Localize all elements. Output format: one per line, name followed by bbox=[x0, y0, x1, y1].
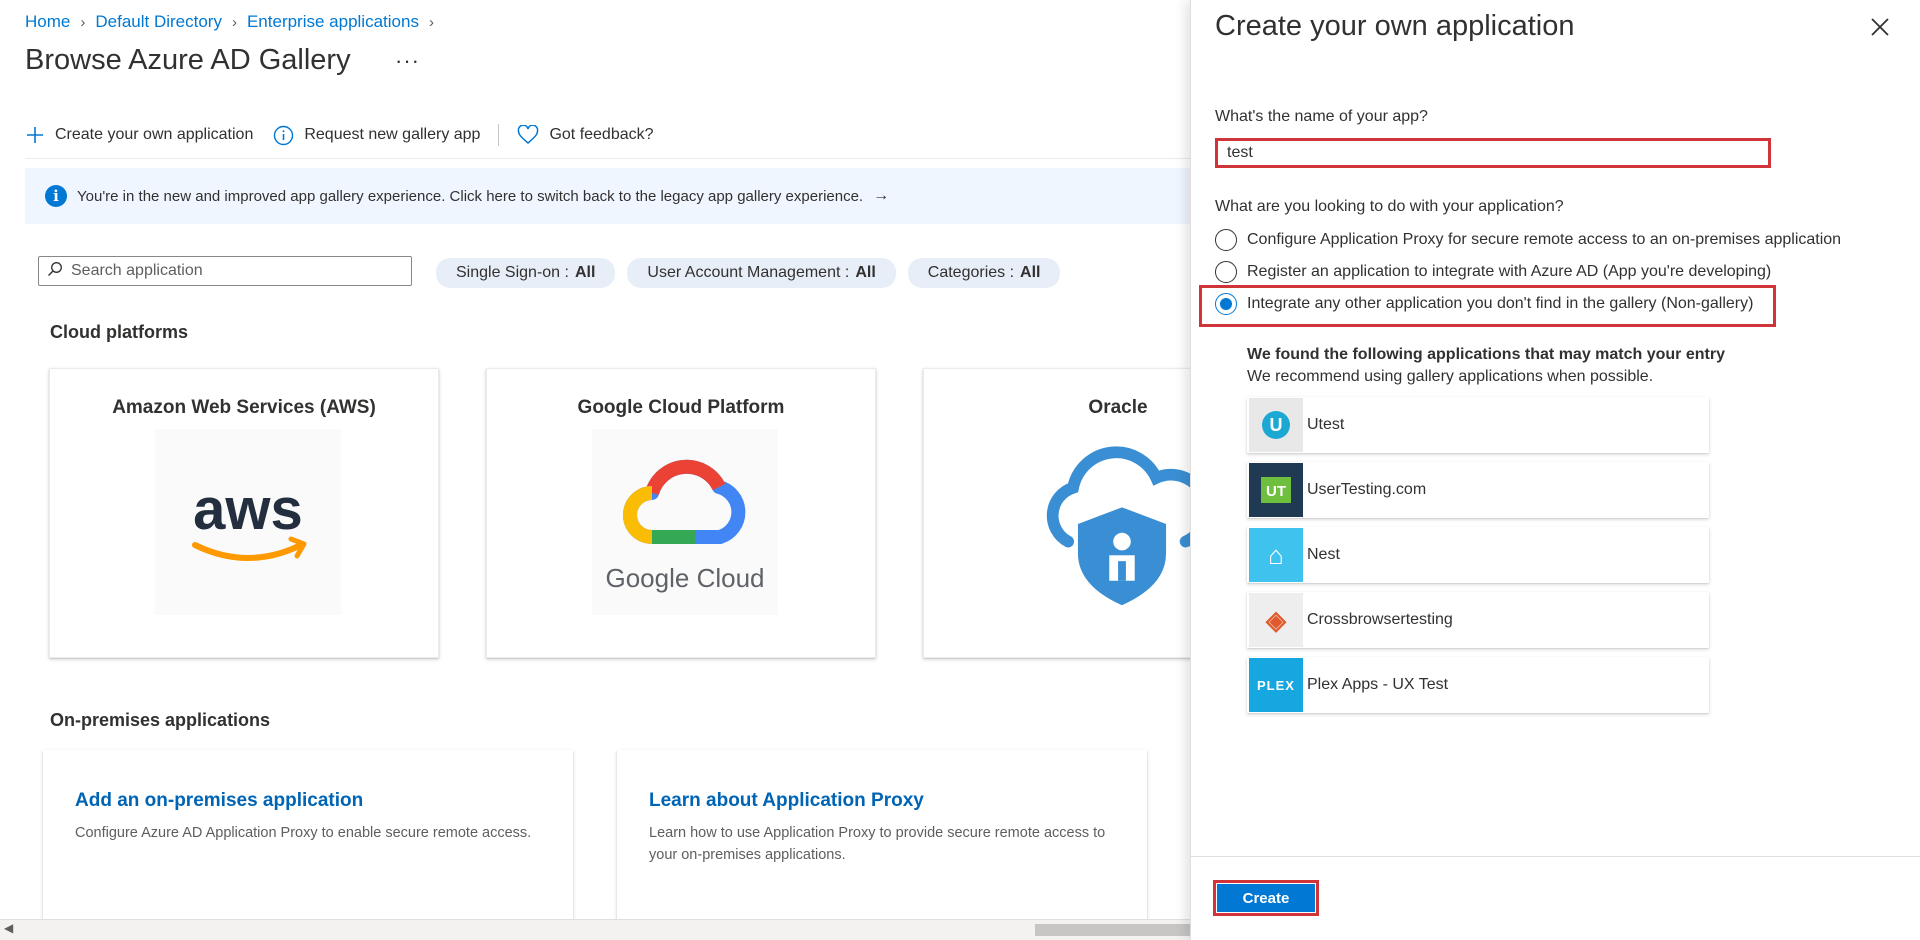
option-label: Register an application to integrate wit… bbox=[1247, 263, 1772, 280]
create-own-app-label: Create your own application bbox=[55, 126, 254, 143]
breadcrumb-enterprise-applications[interactable]: Enterprise applications bbox=[247, 12, 419, 32]
scrollbar-thumb[interactable] bbox=[1035, 924, 1190, 936]
card-title: Google Cloud Platform bbox=[577, 397, 785, 418]
feedback-label: Got feedback? bbox=[549, 126, 654, 143]
utest-logo-text: U bbox=[1270, 415, 1283, 435]
breadcrumb-home[interactable]: Home bbox=[25, 12, 70, 32]
chevron-right-icon: › bbox=[428, 13, 434, 31]
filter-value: All bbox=[1020, 264, 1041, 281]
filter-label: User Account Management : bbox=[647, 264, 850, 281]
plex-logo: PLEX bbox=[1249, 658, 1303, 712]
filter-pills: Single Sign-on : All User Account Managem… bbox=[436, 258, 1072, 288]
learn-app-proxy-link[interactable]: Learn about Application Proxy bbox=[649, 790, 1115, 812]
oracle-card[interactable]: Oracle bbox=[923, 368, 1190, 658]
suggestions-subheading: We recommend using gallery applications … bbox=[1247, 368, 1654, 385]
plus-icon bbox=[25, 125, 45, 145]
breadcrumb: Home › Default Directory › Enterprise ap… bbox=[25, 12, 444, 32]
info-icon: i bbox=[45, 185, 67, 207]
on-premises-heading: On-premises applications bbox=[50, 710, 271, 730]
heart-icon bbox=[517, 125, 539, 145]
aws-card[interactable]: Amazon Web Services (AWS) aws bbox=[49, 368, 439, 658]
more-options-button[interactable]: ··· bbox=[395, 48, 420, 74]
card-title: Amazon Web Services (AWS) bbox=[112, 397, 376, 418]
create-app-panel: Create your own application What's the n… bbox=[1190, 0, 1920, 940]
app-name-label: What's the name of your app? bbox=[1215, 108, 1428, 125]
search-icon bbox=[47, 261, 63, 282]
page-title: Browse Azure AD Gallery bbox=[25, 44, 351, 76]
suggestions-heading: We found the following applications that… bbox=[1247, 346, 1725, 363]
card-title: Oracle bbox=[1088, 397, 1148, 418]
home-icon: ⌂ bbox=[1249, 528, 1303, 582]
suggestion-usertesting[interactable]: UT UserTesting.com bbox=[1247, 462, 1709, 518]
cloud-shield-icon bbox=[1029, 429, 1190, 615]
create-button[interactable]: Create bbox=[1217, 884, 1315, 912]
usertesting-logo-text: UT bbox=[1266, 483, 1286, 500]
aws-logo: aws bbox=[155, 429, 341, 615]
panel-title: Create your own application bbox=[1215, 10, 1575, 42]
app-name: Crossbrowsertesting bbox=[1307, 611, 1453, 628]
search-box bbox=[38, 256, 412, 286]
filter-label: Single Sign-on : bbox=[456, 264, 569, 281]
command-bar: Create your own application Request new … bbox=[25, 124, 674, 146]
option-label: Configure Application Proxy for secure r… bbox=[1247, 231, 1842, 248]
add-onprem-app-card[interactable]: Add an on-premises application Configure… bbox=[43, 750, 573, 940]
option-non-gallery[interactable]: Integrate any other application you don'… bbox=[1215, 293, 1753, 315]
suggestion-utest[interactable]: U Utest bbox=[1247, 397, 1709, 453]
app-name-input[interactable] bbox=[1215, 138, 1771, 168]
card-description: Configure Azure AD Application Proxy to … bbox=[75, 825, 532, 841]
app-name: Utest bbox=[1307, 416, 1345, 433]
filter-categories[interactable]: Categories : All bbox=[907, 258, 1061, 288]
option-label: Integrate any other application you don'… bbox=[1247, 295, 1754, 312]
create-own-app-button[interactable]: Create your own application bbox=[25, 125, 253, 145]
request-gallery-app-label: Request new gallery app bbox=[304, 126, 481, 143]
suggestion-crossbrowsertesting[interactable]: ◈ Crossbrowsertesting bbox=[1247, 592, 1709, 648]
feedback-button[interactable]: Got feedback? bbox=[517, 125, 654, 145]
option-app-proxy[interactable]: Configure Application Proxy for secure r… bbox=[1215, 229, 1841, 251]
arrow-right-icon: → bbox=[873, 187, 890, 204]
app-name: Plex Apps - UX Test bbox=[1307, 676, 1449, 693]
toolbar-divider bbox=[498, 124, 500, 146]
card-description: Learn how to use Application Proxy to pr… bbox=[649, 825, 1106, 863]
purpose-label: What are you looking to do with your app… bbox=[1215, 198, 1564, 215]
scroll-left-arrow-icon[interactable]: ◀ bbox=[4, 921, 13, 935]
aws-logo-text: aws bbox=[193, 477, 303, 542]
radio-button[interactable] bbox=[1215, 261, 1237, 283]
info-circle-icon bbox=[273, 125, 294, 146]
breadcrumb-default-directory[interactable]: Default Directory bbox=[95, 12, 222, 32]
cloud-platforms-heading: Cloud platforms bbox=[50, 322, 188, 342]
filter-value: All bbox=[855, 264, 876, 281]
learn-app-proxy-card[interactable]: Learn about Application Proxy Learn how … bbox=[617, 750, 1147, 940]
app-logo: U bbox=[1249, 398, 1303, 452]
crossbrowser-logo-icon: ◈ bbox=[1249, 593, 1303, 647]
google-cloud-logo: Google Cloud bbox=[592, 429, 778, 615]
chevron-right-icon: › bbox=[80, 13, 86, 31]
toolbar-bottom-divider bbox=[25, 158, 1190, 159]
app-logo: UT bbox=[1249, 463, 1303, 517]
google-cloud-card[interactable]: Google Cloud Platform Google Cloud bbox=[486, 368, 876, 658]
app-name: UserTesting.com bbox=[1307, 481, 1427, 498]
filter-label: Categories : bbox=[927, 264, 1015, 281]
panel-footer-divider bbox=[1191, 856, 1920, 857]
request-gallery-app-button[interactable]: Request new gallery app bbox=[273, 125, 480, 146]
filter-value: All bbox=[574, 264, 596, 281]
google-cloud-logo-text: Google Cloud bbox=[606, 563, 765, 593]
horizontal-scrollbar[interactable]: ◀ bbox=[0, 919, 1190, 940]
suggestion-plex[interactable]: PLEX Plex Apps - UX Test bbox=[1247, 657, 1709, 713]
filter-user-account-management[interactable]: User Account Management : All bbox=[627, 258, 896, 288]
add-onprem-app-link[interactable]: Add an on-premises application bbox=[75, 790, 541, 812]
legacy-experience-banner[interactable]: i You're in the new and improved app gal… bbox=[25, 168, 1190, 224]
filter-single-sign-on[interactable]: Single Sign-on : All bbox=[436, 258, 616, 288]
radio-button-selected[interactable] bbox=[1215, 293, 1237, 315]
radio-button[interactable] bbox=[1215, 229, 1237, 251]
banner-text: You're in the new and improved app galle… bbox=[77, 187, 864, 205]
option-register-app[interactable]: Register an application to integrate wit… bbox=[1215, 261, 1771, 283]
chevron-right-icon: › bbox=[231, 13, 237, 31]
suggestion-nest[interactable]: ⌂ Nest bbox=[1247, 527, 1709, 583]
close-icon[interactable] bbox=[1870, 14, 1890, 42]
search-input[interactable] bbox=[69, 261, 399, 281]
gallery-page: Home › Default Directory › Enterprise ap… bbox=[0, 0, 1190, 940]
app-name: Nest bbox=[1307, 546, 1340, 563]
